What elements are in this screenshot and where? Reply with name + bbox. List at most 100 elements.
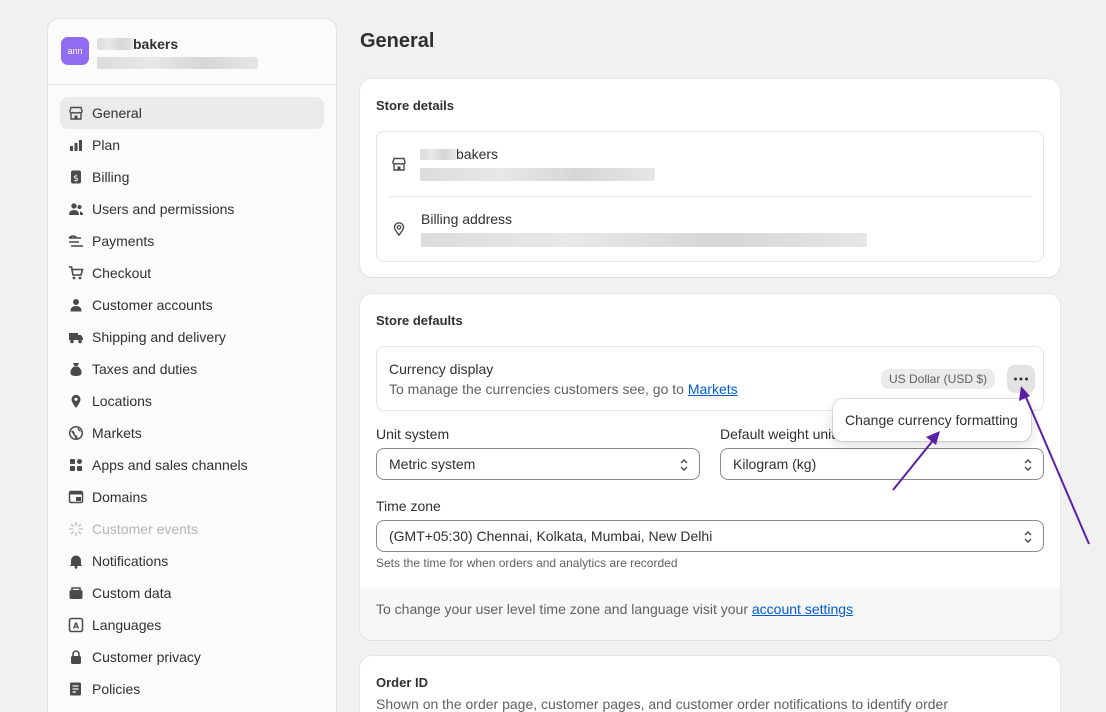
sidebar-item-label: Billing — [92, 169, 130, 185]
store-header[interactable]: ann bakers — [48, 19, 336, 85]
payment-icon — [60, 233, 92, 249]
sidebar-item-label: Shipping and delivery — [92, 329, 226, 345]
select-chevron-icon — [1024, 459, 1032, 471]
store-icon — [391, 156, 407, 177]
sidebar-item-label: Languages — [92, 617, 162, 633]
bell-icon — [60, 553, 92, 569]
store-details-box: bakers Billing address — [376, 131, 1044, 262]
currency-actions-popover[interactable]: Change currency formatting — [833, 399, 1031, 441]
timezone-help: Sets the time for when orders and analyt… — [376, 556, 678, 570]
sidebar-item-label: Taxes and duties — [92, 361, 198, 377]
sidebar-item-shipping-and-delivery[interactable]: Shipping and delivery — [60, 321, 324, 353]
sidebar-item-custom-data[interactable]: Custom data — [60, 577, 324, 609]
defaults-footer: To change your user level time zone and … — [360, 588, 1060, 640]
sidebar-item-label: Locations — [92, 393, 152, 409]
domain-icon — [60, 489, 92, 505]
sidebar-item-policies[interactable]: Policies — [60, 673, 324, 705]
divider — [389, 196, 1032, 197]
weight-unit-label: Default weight unit — [720, 426, 836, 442]
store-defaults-title: Store defaults — [376, 313, 463, 328]
sidebar-item-label: Customer accounts — [92, 297, 213, 313]
settings-sidebar: ann bakers General Plan $ Billing Users and … — [47, 18, 337, 712]
language-icon: A — [60, 617, 92, 633]
sidebar-item-users-and-permissions[interactable]: Users and permissions — [60, 193, 324, 225]
timezone-select[interactable]: (GMT+05:30) Chennai, Kolkata, Mumbai, Ne… — [376, 520, 1044, 552]
sidebar-item-customer-events[interactable]: Customer events — [60, 513, 324, 545]
svg-text:A: A — [73, 622, 80, 631]
sidebar-item-domains[interactable]: Domains — [60, 481, 324, 513]
sidebar-item-label: Checkout — [92, 265, 152, 281]
sidebar-item-billing[interactable]: $ Billing — [60, 161, 324, 193]
order-id-title: Order ID — [376, 675, 429, 690]
sidebar-item-general[interactable]: General — [60, 97, 324, 129]
billing-address-redacted — [421, 233, 867, 247]
more-actions-button[interactable] — [1007, 365, 1035, 393]
currency-badge: US Dollar (USD $) — [881, 369, 996, 389]
location-icon — [60, 393, 92, 409]
page-title: General — [360, 30, 435, 52]
markets-link[interactable]: Markets — [688, 381, 738, 397]
cart-icon — [60, 265, 92, 281]
weight-unit-select[interactable]: Kilogram (kg) — [720, 448, 1044, 480]
store-defaults-card: Store defaults Currency display To manag… — [360, 294, 1060, 640]
timezone-value: (GMT+05:30) Chennai, Kolkata, Mumbai, Ne… — [389, 528, 713, 544]
sidebar-item-label: Markets — [92, 425, 142, 441]
sidebar-item-label: General — [92, 105, 142, 121]
unit-system-label: Unit system — [376, 426, 450, 442]
sidebar-item-customer-privacy[interactable]: Customer privacy — [60, 641, 324, 673]
sidebar-item-checkout[interactable]: Checkout — [60, 257, 324, 289]
timezone-label: Time zone — [376, 498, 441, 514]
order-id-desc: Shown on the order page, customer pages,… — [376, 696, 948, 712]
select-chevron-icon — [1024, 531, 1032, 543]
sidebar-item-notifications[interactable]: Notifications — [60, 545, 324, 577]
store-url-redacted — [97, 57, 258, 69]
chart-icon — [60, 137, 92, 153]
sidebar-item-label: Plan — [92, 137, 121, 153]
dollar-icon: $ — [60, 169, 92, 185]
person-icon — [60, 297, 92, 313]
currency-display-desc: To manage the currencies customers see, … — [389, 381, 738, 397]
sidebar-item-locations[interactable]: Locations — [60, 385, 324, 417]
tax-bag-icon — [60, 361, 92, 377]
footer-text: To change your user level time zone and … — [376, 601, 854, 617]
sidebar-item-payments[interactable]: Payments — [60, 225, 324, 257]
sidebar-item-languages[interactable]: A Languages — [60, 609, 324, 641]
sidebar-item-customer-accounts[interactable]: Customer accounts — [60, 289, 324, 321]
select-chevron-icon — [680, 459, 688, 471]
unit-system-value: Metric system — [389, 456, 476, 472]
ellipsis-icon — [1014, 377, 1028, 381]
store-details-card: Store details bakers Billing address — [360, 79, 1060, 277]
sidebar-item-label: Policies — [92, 681, 141, 697]
sidebar-item-plan[interactable]: Plan — [60, 129, 324, 161]
sidebar-item-label: Customer events — [92, 521, 198, 537]
settings-nav: General Plan $ Billing Users and permissions… — [48, 85, 336, 705]
store-details-name[interactable]: bakers — [420, 146, 498, 162]
account-settings-link[interactable]: account settings — [752, 601, 853, 617]
store-details-redacted — [420, 168, 655, 181]
globe-icon — [60, 425, 92, 441]
svg-text:$: $ — [73, 174, 79, 184]
change-currency-formatting-item[interactable]: Change currency formatting — [845, 412, 1018, 428]
users-icon — [60, 201, 92, 217]
truck-icon — [60, 329, 92, 345]
store-details-title: Store details — [376, 98, 455, 113]
currency-display-title: Currency display — [389, 361, 494, 377]
sidebar-item-label: Notifications — [92, 553, 169, 569]
policy-icon — [60, 681, 92, 697]
store-avatar: ann — [61, 37, 89, 65]
sidebar-item-label: Apps and sales channels — [92, 457, 248, 473]
order-id-card: Order ID Shown on the order page, custom… — [360, 656, 1060, 712]
sidebar-item-taxes-and-duties[interactable]: Taxes and duties — [60, 353, 324, 385]
database-icon — [60, 585, 92, 601]
unit-system-select[interactable]: Metric system — [376, 448, 700, 480]
sidebar-item-label: Domains — [92, 489, 148, 505]
billing-address-label[interactable]: Billing address — [421, 211, 512, 227]
sidebar-item-apps-and-sales-channels[interactable]: Apps and sales channels — [60, 449, 324, 481]
sidebar-item-label: Customer privacy — [92, 649, 201, 665]
sidebar-item-markets[interactable]: Markets — [60, 417, 324, 449]
events-icon — [60, 521, 92, 537]
sidebar-item-label: Payments — [92, 233, 155, 249]
sidebar-item-label: Users and permissions — [92, 201, 235, 217]
store-icon — [60, 105, 92, 121]
lock-icon — [60, 649, 92, 665]
